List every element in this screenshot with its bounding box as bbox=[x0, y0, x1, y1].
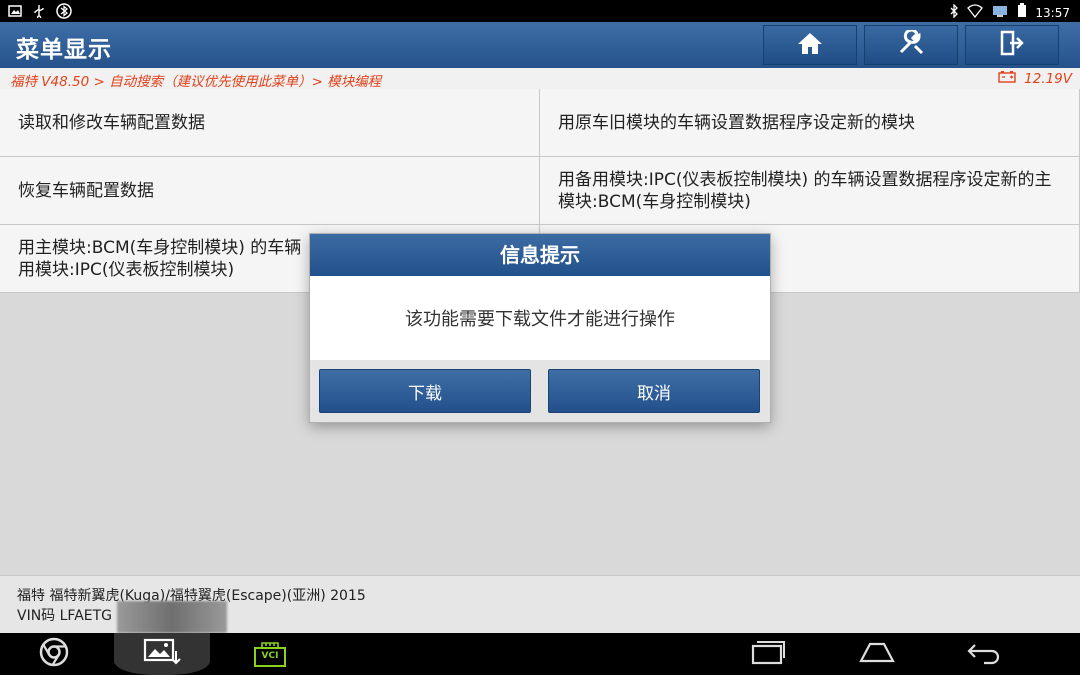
image-download-icon bbox=[142, 637, 182, 671]
clock-time: 13:57 bbox=[1035, 5, 1070, 20]
menu-item-program-from-old[interactable]: 用原车旧模块的车辆设置数据程序设定新的模块 bbox=[540, 89, 1080, 157]
system-nav-bar: VCI bbox=[0, 633, 1080, 675]
home-icon bbox=[797, 31, 823, 59]
bluetooth-icon bbox=[949, 2, 959, 22]
menu-item-label: 读取和修改车辆配置数据 bbox=[18, 112, 205, 133]
dialog-title: 信息提示 bbox=[310, 234, 770, 276]
usb-icon bbox=[32, 4, 46, 22]
back-arrow-icon bbox=[966, 639, 1002, 669]
menu-item-label: 恢复车辆配置数据 bbox=[18, 180, 154, 201]
chrome-icon bbox=[38, 636, 70, 672]
dialog-button-bar: 下载 取消 bbox=[310, 360, 770, 422]
home-nav-button[interactable] bbox=[855, 633, 899, 675]
menu-item-label-line2: 用模块:IPC(仪表板控制模块) bbox=[18, 259, 235, 280]
cancel-button[interactable]: 取消 bbox=[548, 369, 760, 413]
vehicle-info: 福特 福特新翼虎(Kuga)/福特翼虎(Escape)(亚洲) 2015 VIN… bbox=[0, 575, 1080, 634]
vci-button[interactable]: VCI bbox=[250, 633, 290, 675]
car-battery-icon bbox=[998, 70, 1016, 87]
screen-icon bbox=[991, 4, 1009, 22]
download-button[interactable]: 下载 bbox=[319, 369, 531, 413]
menu-item-program-bcm-from-ipc[interactable]: 用备用模块:IPC(仪表板控制模块) 的车辆设置数据程序设定新的主模块:BCM(… bbox=[540, 157, 1080, 225]
info-dialog: 信息提示 该功能需要下载文件才能进行操作 下载 取消 bbox=[310, 234, 770, 422]
menu-item-read-config[interactable]: 读取和修改车辆配置数据 bbox=[0, 89, 540, 157]
breadcrumb-path: 福特 V48.50 > 自动搜索（建议优先使用此菜单）> 模块编程 bbox=[10, 74, 382, 90]
app-header: 菜单显示 bbox=[0, 22, 1080, 68]
menu-item-label-line1: 用主模块:BCM(车身控制模块) 的车辆 bbox=[18, 237, 302, 258]
breadcrumb: 福特 V48.50 > 自动搜索（建议优先使用此菜单）> 模块编程 12.19V bbox=[0, 68, 1080, 90]
vci-label: VCI bbox=[261, 651, 279, 661]
wifi-icon bbox=[967, 3, 984, 22]
browser-button[interactable] bbox=[34, 633, 74, 675]
exit-button[interactable] bbox=[965, 25, 1059, 65]
voltage-indicator: 12.19V bbox=[998, 70, 1072, 87]
image-notification-icon bbox=[8, 5, 22, 21]
menu-item-restore-config[interactable]: 恢复车辆配置数据 bbox=[0, 157, 540, 225]
vehicle-vin: VIN码 LFAETG bbox=[17, 608, 113, 624]
menu-item-label: 用备用模块:IPC(仪表板控制模块) 的车辆设置数据程序设定新的主模块:BCM(… bbox=[558, 169, 1052, 212]
page-title: 菜单显示 bbox=[16, 37, 112, 63]
battery-icon bbox=[1017, 3, 1027, 22]
vci-icon: VCI bbox=[253, 640, 287, 668]
diagnose-tool-button[interactable] bbox=[864, 25, 958, 65]
bluetooth-circle-icon bbox=[56, 3, 72, 23]
recent-apps-icon bbox=[750, 639, 786, 669]
screenshot-button[interactable] bbox=[114, 633, 210, 675]
recent-apps-button[interactable] bbox=[748, 633, 788, 675]
home-button[interactable] bbox=[763, 25, 857, 65]
exit-icon bbox=[999, 30, 1025, 60]
diagnose-tool-icon bbox=[897, 28, 925, 60]
home-nav-icon bbox=[858, 640, 896, 668]
dialog-message: 该功能需要下载文件才能进行操作 bbox=[405, 309, 675, 330]
menu-item-label: 用原车旧模块的车辆设置数据程序设定新的模块 bbox=[558, 112, 915, 133]
vin-redaction bbox=[117, 601, 227, 633]
status-bar: 13:57 bbox=[0, 0, 1080, 22]
voltage-value: 12.19V bbox=[1024, 70, 1072, 87]
back-button[interactable] bbox=[962, 633, 1006, 675]
